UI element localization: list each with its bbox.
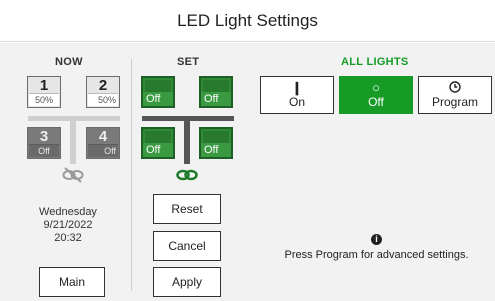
current-date: 9/21/2022 — [43, 219, 93, 231]
cancel-button[interactable]: Cancel — [153, 231, 221, 261]
clock-icon — [449, 81, 461, 95]
program-button[interactable]: Program — [418, 76, 492, 114]
now-header: NOW — [55, 56, 83, 68]
now-light-4: 4 Off — [86, 127, 120, 159]
light-level: Off — [143, 143, 173, 157]
light-level: Off — [143, 92, 173, 106]
light-level: Off — [201, 92, 231, 106]
light-number: 3 — [39, 128, 49, 145]
link-icon[interactable] — [176, 167, 198, 183]
light-level: 50% — [29, 93, 59, 106]
light-level: Off — [29, 144, 59, 157]
reset-button[interactable]: Reset — [153, 194, 221, 224]
now-light-stem — [70, 120, 76, 164]
set-light-3[interactable]: Off — [141, 127, 175, 159]
all-on-button[interactable]: ❙ On — [260, 76, 334, 114]
power-on-icon: ❙ — [291, 80, 303, 95]
column-divider — [131, 59, 132, 291]
light-number: 4 — [98, 128, 108, 145]
set-light-stem — [184, 120, 190, 164]
now-light-1: 1 50% — [27, 76, 61, 108]
unlinked-icon — [62, 167, 84, 183]
info-message: i Press Program for advanced settings. — [258, 234, 495, 261]
set-light-4[interactable]: Off — [199, 127, 233, 159]
page-title: LED Light Settings — [0, 0, 495, 42]
set-light-2[interactable]: Off — [199, 76, 233, 108]
now-light-3: 3 Off — [27, 127, 61, 159]
main-button[interactable]: Main — [39, 267, 105, 297]
light-level: Off — [88, 144, 118, 157]
current-day: Wednesday — [39, 206, 97, 218]
button-label: Program — [431, 95, 478, 109]
info-text: Press Program for advanced settings. — [284, 249, 469, 261]
apply-button[interactable]: Apply — [153, 267, 221, 297]
light-level: Off — [201, 143, 231, 157]
button-label: Off — [368, 95, 384, 109]
settings-panel: NOW 1 50% 2 50% 3 Off 4 Off Wednesday 9/… — [0, 43, 495, 301]
set-header: SET — [177, 56, 200, 68]
current-time: 20:32 — [54, 232, 82, 244]
power-off-icon: ○ — [372, 80, 380, 95]
info-icon: i — [371, 234, 382, 245]
all-off-button[interactable]: ○ Off — [339, 76, 413, 114]
light-number: 1 — [39, 77, 49, 94]
light-number: 2 — [98, 77, 108, 94]
set-light-1[interactable]: Off — [141, 76, 175, 108]
button-label: On — [288, 95, 305, 109]
all-lights-header: ALL LIGHTS — [341, 56, 409, 68]
now-light-2: 2 50% — [86, 76, 120, 108]
light-level: 50% — [88, 93, 118, 106]
